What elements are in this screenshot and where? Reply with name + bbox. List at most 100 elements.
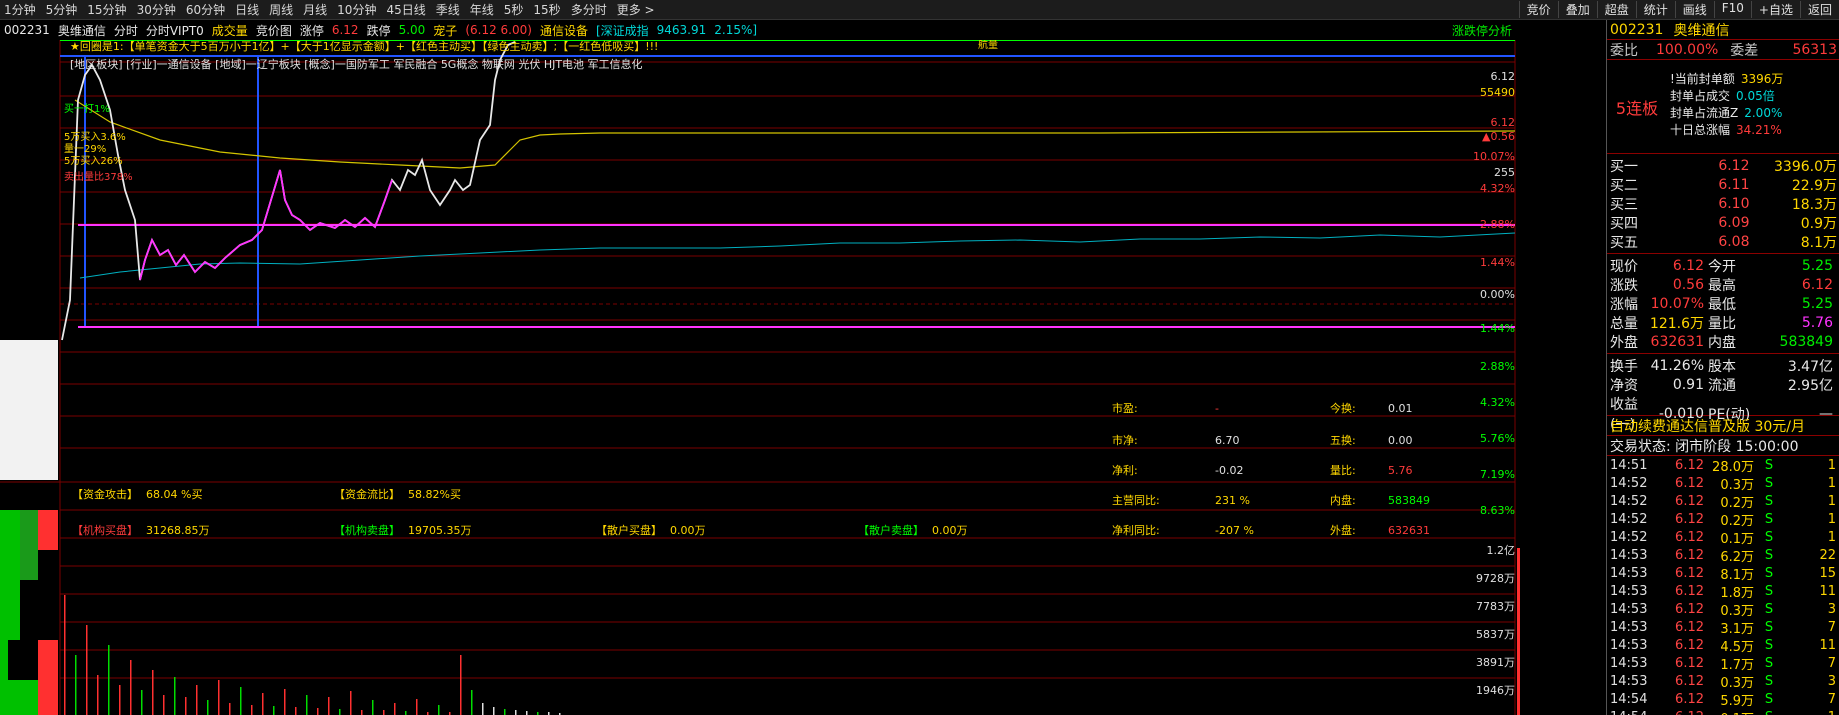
- axis-label: 1.44%: [1480, 256, 1515, 269]
- toolbar-action-button[interactable]: 返回: [1799, 1, 1839, 18]
- quote-value: 6.12: [1672, 258, 1704, 274]
- app-root: 1分钟 5分钟 15分钟 30分钟 60分钟 日线 周线 月线 10分钟 45日线 季线 年线 5秒 15…: [0, 0, 1839, 715]
- tab-auction[interactable]: 竞价图: [256, 22, 292, 39]
- toolbar-action-button[interactable]: F10: [1713, 1, 1751, 18]
- axis-label: 255: [1494, 166, 1515, 179]
- toolbar-action-button[interactable]: 统计: [1635, 1, 1675, 18]
- basics-row: 净资 0.91 流通 2.95亿: [1607, 375, 1839, 394]
- pe-value: -: [1215, 402, 1219, 415]
- period-tab[interactable]: 15分钟: [87, 1, 126, 18]
- tab-timeshare[interactable]: 分时: [114, 22, 138, 39]
- tab-timeshare-vip[interactable]: 分时VIPT0: [146, 22, 204, 39]
- tick-list[interactable]: 14:51 6.12 28.0万 S 1 14:52 6.12 0.3万 S 1 14:52 6.12…: [1607, 456, 1839, 715]
- inst-sell-value: 19705.35万: [408, 524, 472, 537]
- bid-book: 买一 6.12 3396.0万 买二 6.11 22.9万 买三 6.10 18.3万 买四 6.0…: [1607, 154, 1839, 254]
- quote-row: 总量 121.6万 量比 5.76: [1607, 313, 1839, 332]
- tick-s: S: [1764, 476, 1774, 491]
- pb-label: 市净:: [1112, 433, 1138, 447]
- tick-row: 14:53 6.12 0.3万 S 3: [1607, 600, 1839, 619]
- volume-bar: [405, 711, 407, 715]
- toolbar-action-button[interactable]: 超盘: [1596, 1, 1636, 18]
- tick-p: 6.12: [1675, 584, 1704, 599]
- limit-analysis-link[interactable]: 涨跌停分析: [1452, 22, 1512, 39]
- period-tab[interactable]: 月线: [303, 1, 327, 18]
- tick-q: 3.1万: [1720, 622, 1754, 637]
- intraday-chart[interactable]: ★回圈是1:【单笔资金大于5百万小于1亿】+【大于1亿显示金额】+【红色主动买】…: [0, 40, 1520, 715]
- axis-label: 6.12: [1491, 116, 1516, 129]
- tick-q: 1.7万: [1720, 658, 1754, 673]
- retail-sell-label: 【散户卖盘】: [858, 523, 924, 537]
- bid-price: 6.08: [1718, 234, 1750, 250]
- outer-label: 外盘:: [1330, 523, 1356, 537]
- period-tab[interactable]: 周线: [269, 1, 293, 18]
- period-tab[interactable]: 多分时: [571, 1, 607, 18]
- tick-s: S: [1764, 620, 1774, 635]
- period-tab[interactable]: 45日线: [386, 1, 425, 18]
- period-tab[interactable]: 年线: [470, 1, 494, 18]
- tick-row: 14:52 6.12 0.2万 S 1: [1607, 492, 1839, 511]
- period-tab[interactable]: 季线: [436, 1, 460, 18]
- volume-bar: [383, 710, 385, 715]
- outer-value: 632631: [1388, 524, 1430, 537]
- tick-t: 14:54: [1610, 692, 1648, 707]
- tick-p: 6.12: [1675, 476, 1704, 491]
- quote-label: 最高: [1708, 278, 1736, 294]
- volume-bar: [482, 703, 484, 715]
- bid-qty: 8.1万: [1800, 235, 1837, 251]
- industry-label[interactable]: 通信设备: [540, 22, 588, 39]
- period-tab[interactable]: 5秒: [504, 1, 524, 18]
- period-tab[interactable]: 日线: [235, 1, 259, 18]
- period-tab[interactable]: 60分钟: [186, 1, 225, 18]
- ad-text[interactable]: 自动续费通达信普及版 30元/月: [1610, 416, 1805, 436]
- diff-value: 56313: [1792, 41, 1837, 58]
- trade-status-text: 交易状态: 闭市阶段 15:00:00: [1610, 438, 1799, 455]
- volume-bar: [504, 709, 506, 715]
- tick-s: S: [1764, 638, 1774, 653]
- tick-t: 14:53: [1610, 656, 1648, 671]
- tick-n: 22: [1819, 548, 1836, 563]
- period-tab[interactable]: 15秒: [533, 1, 560, 18]
- toolbar-action-button[interactable]: +自选: [1750, 1, 1800, 18]
- tick-row: 14:546.120.1万S1: [1607, 708, 1839, 715]
- seal-info: 5连板 !当前封单额 3396万 封单占成交 0.05倍 封单占流通Z 2.00% 十日总涨…: [1607, 60, 1839, 154]
- limit-up-value: 6.12: [331, 23, 359, 37]
- volume-bar: [185, 697, 187, 715]
- tick-q: 4.5万: [1720, 640, 1754, 655]
- tick-p: 6.12: [1675, 548, 1704, 563]
- tick-n: 1: [1784, 710, 1836, 715]
- tick-t: 14:53: [1610, 602, 1648, 617]
- flow-value: 58.82%买: [408, 488, 461, 501]
- tick-q: 0.2万: [1720, 496, 1754, 511]
- period-tab[interactable]: 30分钟: [137, 1, 176, 18]
- volume-bar: [339, 709, 341, 715]
- quote-value: 5.25: [1801, 296, 1833, 312]
- stats-block: 市盈: - 今换: 0.01 市净: 6.70 五换: 0.00 净利: -0.…: [1112, 401, 1430, 537]
- vol-axis-label: 3891万: [1476, 656, 1515, 669]
- toolbar-action-button[interactable]: 画线: [1674, 1, 1714, 18]
- quote-row: 外盘 632631 内盘 583849: [1607, 332, 1839, 351]
- period-tab[interactable]: 更多 >: [617, 1, 655, 18]
- profit-yoy-value: -207 %: [1215, 524, 1254, 537]
- toolbar-action-button[interactable]: 竞价: [1518, 1, 1558, 18]
- rev-yoy-value: 231 %: [1215, 494, 1250, 507]
- volume-bar: [141, 690, 143, 715]
- quote-value: 632631: [1650, 334, 1704, 350]
- quote-value: 583849: [1779, 334, 1833, 350]
- tick-t: 14:53: [1610, 584, 1648, 599]
- period-tab[interactable]: 10分钟: [337, 1, 376, 18]
- quote-row: 现价 6.12 今开 5.25: [1607, 256, 1839, 275]
- period-tab[interactable]: 5分钟: [46, 1, 78, 18]
- retail-buy-label: 【散户买盘】: [596, 523, 662, 537]
- turn5-label: 五换:: [1330, 433, 1356, 447]
- streak-badge: 5连板: [1615, 98, 1659, 118]
- seal-value: 2.00%: [1744, 105, 1783, 120]
- axis-label: 0.00%: [1480, 288, 1515, 301]
- tab-volume[interactable]: 成交量: [212, 22, 248, 39]
- ad-banner[interactable]: 自动续费通达信普及版 30元/月: [1607, 416, 1839, 436]
- tick-q: 0.3万: [1720, 604, 1754, 619]
- chart-grid: [0, 40, 1516, 715]
- axis-label: 6.12: [1491, 70, 1516, 83]
- bid-label: 买二: [1610, 178, 1638, 194]
- period-tab[interactable]: 1分钟: [4, 1, 36, 18]
- toolbar-action-button[interactable]: 叠加: [1557, 1, 1597, 18]
